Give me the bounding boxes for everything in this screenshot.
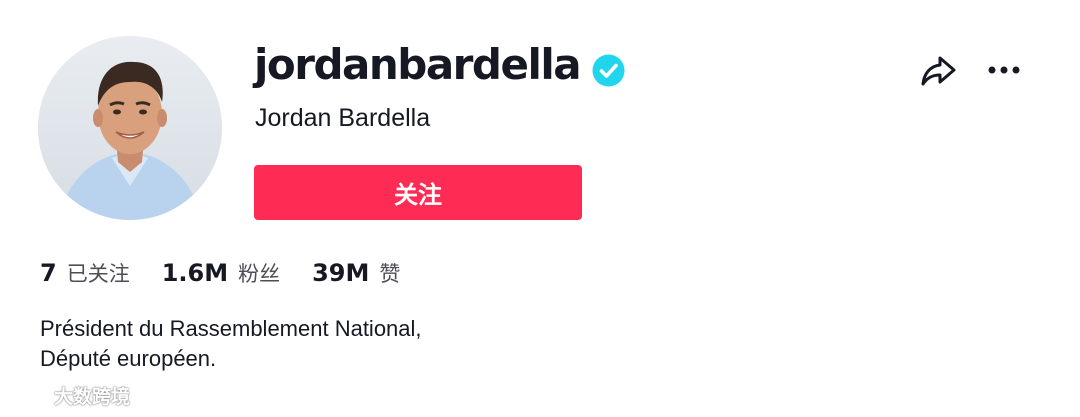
bio-line-1: Président du Rassemblement National, bbox=[40, 316, 422, 341]
verified-badge-icon bbox=[592, 48, 625, 86]
stat-followers-label: 粉丝 bbox=[238, 262, 281, 286]
stat-likes[interactable]: 39M 赞 bbox=[312, 258, 400, 288]
profile-avatar[interactable] bbox=[38, 36, 222, 220]
profile-username: jordanbardella bbox=[254, 39, 582, 89]
share-icon[interactable] bbox=[920, 52, 958, 90]
stat-followers-count: 1.6M bbox=[161, 259, 229, 287]
watermark: 大数跨境 bbox=[8, 382, 130, 409]
follow-button[interactable]: 关注 bbox=[254, 165, 582, 220]
stat-likes-label: 赞 bbox=[379, 262, 401, 286]
profile-display-name: Jordan Bardella bbox=[255, 104, 431, 132]
profile-username-row: jordanbardella bbox=[254, 34, 625, 94]
stat-likes-count: 39M bbox=[312, 259, 370, 287]
stat-following-count: 7 bbox=[40, 259, 57, 287]
avatar-photo bbox=[38, 36, 222, 220]
stat-followers[interactable]: 1.6M 粉丝 bbox=[162, 258, 280, 288]
profile-bio: Président du Rassemblement National, Dép… bbox=[40, 314, 422, 374]
stat-following-label: 已关注 bbox=[66, 262, 130, 286]
bio-line-2: Député européen. bbox=[40, 346, 217, 371]
watermark-text: 大数跨境 bbox=[54, 386, 131, 408]
profile-stats: 7 已关注 1.6M 粉丝 39M 赞 bbox=[40, 258, 432, 288]
stat-following[interactable]: 7 已关注 bbox=[40, 258, 130, 288]
watermark-logo-icon bbox=[10, 385, 48, 405]
more-options-icon[interactable] bbox=[985, 58, 1023, 82]
